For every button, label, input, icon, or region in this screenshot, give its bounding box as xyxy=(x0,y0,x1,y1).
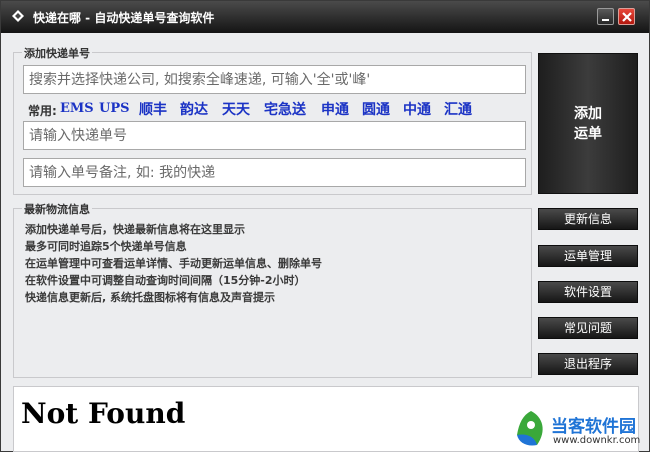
watermark-logo-icon xyxy=(513,409,549,449)
company-link-ups[interactable]: UPS xyxy=(99,101,130,116)
add-tracking-button[interactable]: 添加 运单 xyxy=(538,53,638,194)
latest-info-legend: 最新物流信息 xyxy=(22,201,92,217)
manage-shipments-button[interactable]: 运单管理 xyxy=(538,245,638,267)
settings-button[interactable]: 软件设置 xyxy=(538,281,638,303)
add-tracking-legend: 添加快递单号 xyxy=(22,45,92,61)
faq-button[interactable]: 常见问题 xyxy=(538,317,638,339)
company-link-yuantong[interactable]: 圆通 xyxy=(362,99,390,119)
info-line: 在运单管理中可查看运单详情、手动更新运单信息、删除单号 xyxy=(25,257,322,270)
update-info-button[interactable]: 更新信息 xyxy=(538,208,638,230)
info-line: 添加快递单号后，快递最新信息将在这里显示 xyxy=(25,223,245,236)
company-link-ems[interactable]: EMS xyxy=(60,101,94,116)
company-link-zhongtong[interactable]: 中通 xyxy=(403,99,431,119)
window-title: 快递在哪 - 自动快递单号查询软件 xyxy=(33,11,215,25)
company-link-shunfeng[interactable]: 顺丰 xyxy=(139,99,167,119)
watermark-url: www.downkr.com xyxy=(553,435,641,446)
common-companies-label: 常用: xyxy=(28,104,57,118)
watermark-name: 当客软件园 xyxy=(551,417,636,437)
minimize-button[interactable] xyxy=(597,8,614,25)
company-link-tiantian[interactable]: 天天 xyxy=(222,99,250,119)
tracking-note-input[interactable] xyxy=(23,158,526,187)
tracking-number-input[interactable] xyxy=(23,121,526,150)
info-line: 最多可同时追踪5个快递单号信息 xyxy=(25,240,187,253)
close-icon xyxy=(622,12,632,22)
site-watermark: 当客软件园 www.downkr.com xyxy=(511,409,650,452)
info-line: 在软件设置中可调整自动查询时间间隔（15分钟-2小时） xyxy=(25,274,306,287)
company-link-yunda[interactable]: 韵达 xyxy=(180,99,208,119)
company-link-shentong[interactable]: 申通 xyxy=(321,99,349,119)
company-link-huitong[interactable]: 汇通 xyxy=(444,99,472,119)
app-window: 快递在哪 - 自动快递单号查询软件 添加快递单号 常用: EMS UPS 顺丰 … xyxy=(0,0,650,452)
app-logo-icon xyxy=(11,9,25,23)
info-line: 快递信息更新后, 系统托盘图标将有信息及声音提示 xyxy=(25,291,276,304)
exit-button[interactable]: 退出程序 xyxy=(538,353,638,375)
not-found-text: Not Found xyxy=(21,397,186,430)
company-link-zhaijisong[interactable]: 宅急送 xyxy=(264,99,306,119)
title-bar[interactable]: 快递在哪 - 自动快递单号查询软件 xyxy=(1,1,649,33)
company-search-input[interactable] xyxy=(23,65,526,94)
close-button[interactable] xyxy=(618,8,635,25)
